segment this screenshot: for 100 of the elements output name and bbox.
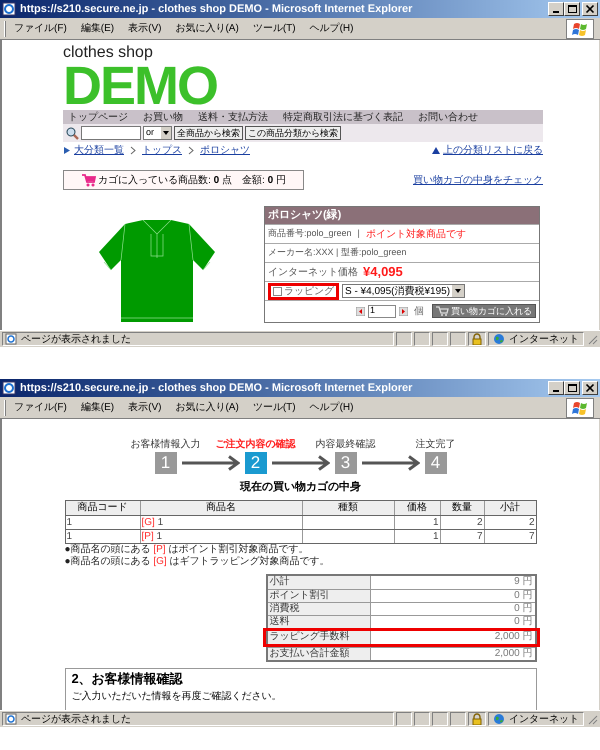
summary-value: 0 円 [513,602,534,614]
nav-link[interactable]: お問い合わせ [418,110,478,124]
price-label: インターネット価格 [268,266,358,280]
quantity-field[interactable]: 1 [368,304,396,318]
wrapping-checkbox[interactable]: ラッピング [268,282,339,300]
summary-value: 2,000 円 [494,648,534,660]
maker-info: メーカー名:XXX | 型番:polo_green [268,246,406,260]
maximize-icon [568,5,576,13]
summary-value: 2,000 円 [494,630,534,644]
table-cell-text: 7 [528,530,536,542]
resize-grip-icon[interactable] [586,713,598,725]
zone-text: インターネット [509,712,579,726]
nav-link[interactable]: お買い物 [143,110,183,124]
summary-value: 0 円 [513,616,534,628]
price-value: ¥4,095 [363,263,403,282]
summary-value: 9 円 [513,576,534,588]
column-header: 数量 [440,500,484,514]
chevron-icon [188,146,194,154]
menu-item[interactable]: 表示(V) [128,21,162,36]
menu-item[interactable]: 表示(V) [128,400,162,415]
menu-item[interactable]: 編集(E) [80,21,114,36]
connector-select[interactable]: or [143,126,172,140]
nav-link[interactable]: 特定商取引法に基づく表記 [283,110,403,124]
logo-tagline: clothes shop [63,44,154,62]
lock-icon [471,333,483,345]
quantity-unit: 個 [414,304,424,318]
status-pane [450,332,466,346]
minimize-icon [553,390,559,392]
maximize-icon [568,384,576,392]
step-number: 3 [334,452,356,474]
menu-item[interactable]: お気に入り(A) [175,400,239,415]
summary-label: ラッピング手数料 [268,630,370,644]
maximize-button[interactable] [564,381,580,395]
nav-link[interactable]: 送料・支払方法 [198,110,268,124]
triangle-icon [63,146,71,154]
breadcrumb-link[interactable]: ポロシャツ [200,142,250,158]
step-label: 内容最終確認 [314,439,376,451]
search-icon [66,126,79,140]
step-number: 2 [244,452,266,474]
add-to-cart-button[interactable]: 買い物カゴに入れる [432,304,536,318]
cart-icon [81,173,96,187]
maximize-button[interactable] [564,2,580,16]
point-notice: ポイント対象商品です [366,228,466,242]
decrement-button[interactable] [356,306,365,316]
variant-select[interactable]: S - ¥4,095(消費税¥195) [342,284,466,298]
table-cell: [G] 1 [140,516,302,528]
menu-item[interactable]: ツール(T) [252,21,296,36]
back-link[interactable]: 上の分類リストに戻る [443,142,543,158]
resize-grip-icon[interactable] [586,333,598,345]
breadcrumb-link[interactable]: トップス [142,142,182,158]
section-text: ご入力いただいた情報を再度ご確認ください。 [72,690,282,704]
status-text: ページが表示されました [21,712,131,726]
menu-item[interactable]: ヘルプ(H) [310,400,354,415]
zone-text: インターネット [509,332,579,346]
search-field[interactable] [81,126,141,140]
menu-item[interactable]: ファイル(F) [14,400,67,415]
logo-text: DEMO [63,62,217,110]
summary-label: 消費税 [268,602,370,614]
step-number: 4 [424,452,446,474]
summary-label: お支払い合計金額 [268,648,370,660]
arrow-icon [272,455,330,471]
globe-icon [493,713,505,725]
cart-heading: 現在の買い物カゴの中身 [240,480,361,495]
column-header: 商品コード [66,500,140,514]
minimize-button[interactable] [548,381,564,395]
cart-summary-text: カゴに入っている商品数: 0 点 金額: 0 円 [98,174,286,188]
triangle-icon [432,146,440,154]
minimize-button[interactable] [548,2,564,16]
menu-item[interactable]: ツール(T) [252,400,296,415]
menu-item[interactable]: お気に入り(A) [175,21,239,36]
arrow-icon [182,455,240,471]
close-button[interactable] [582,2,598,16]
menu-item[interactable]: ファイル(F) [14,21,67,36]
arrow-icon [362,455,420,471]
legend-note: ●商品名の頭にある [G] はギフトラッピング対象商品です。 [64,556,330,568]
step-number: 1 [154,452,176,474]
menu-item[interactable]: ヘルプ(H) [310,21,354,36]
status-pane [414,332,430,346]
status-pane [450,712,466,726]
page-icon [5,713,17,725]
menu-item[interactable]: 編集(E) [80,400,114,415]
page-icon [5,333,17,345]
increment-button[interactable] [399,306,408,316]
nav-link[interactable]: トップページ [68,110,128,124]
column-header: 価格 [394,500,440,514]
dropdown-caret-icon [452,285,464,297]
ie-icon [2,381,16,395]
cart-link[interactable]: 買い物カゴの中身をチェック [413,172,543,188]
section-heading: 2、お客様情報確認 [72,670,184,686]
summary-label: ポイント割引 [268,590,370,602]
breadcrumb-link[interactable]: 大分類一覧 [74,142,124,158]
table-cell: 1 [66,516,140,528]
close-button[interactable] [582,381,598,395]
globe-icon [493,333,505,345]
window-title: https://s210.secure.ne.jp - clothes shop DEMO - Microsoft Internet Explorer [20,2,412,17]
search-button[interactable]: この商品分類から検索 [245,126,341,140]
minimize-icon [553,11,559,13]
table-cell: 1 [66,530,140,542]
table-cell: 7 [440,530,484,542]
search-button[interactable]: 全商品から検索 [174,126,243,140]
